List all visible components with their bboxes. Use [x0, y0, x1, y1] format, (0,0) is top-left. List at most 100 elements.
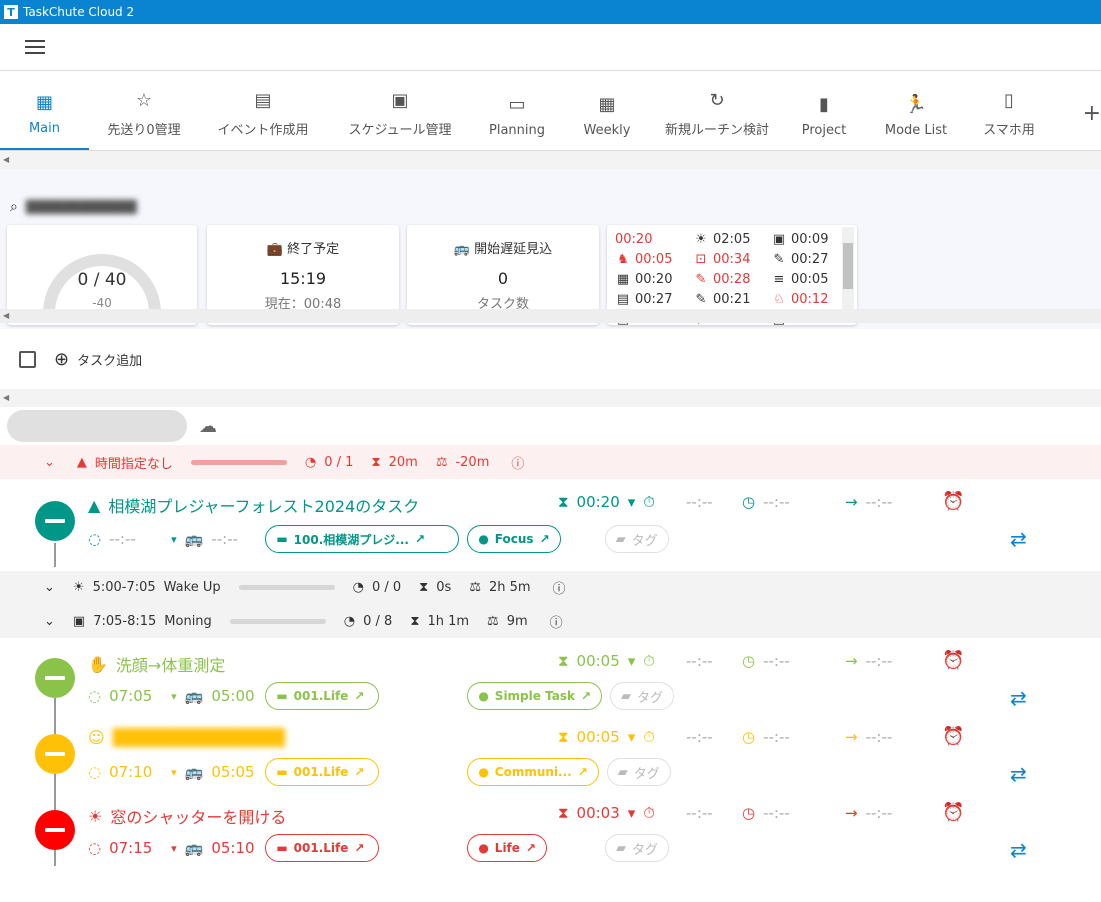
tab-smartphone[interactable]: ▯ スマホ用 — [965, 74, 1053, 150]
project-chip[interactable]: ▬ 100.相模湖プレジ... ↗ — [265, 525, 460, 553]
mode-chip[interactable]: ● Simple Task ↗ — [467, 682, 602, 710]
alarm-off-icon[interactable]: ⏰ — [942, 650, 964, 671]
repeat-icon[interactable]: ⇄ — [1010, 686, 1027, 710]
tag-chip[interactable]: ▰ タグ — [604, 525, 669, 553]
alarm-off-icon[interactable]: ⏰ — [942, 802, 964, 823]
end-time[interactable]: → --:-- — [845, 804, 892, 822]
start-time[interactable]: ◷ --:-- — [742, 652, 790, 670]
repeat-icon[interactable]: ⇄ — [1010, 762, 1027, 786]
task-row[interactable]: ☀ 窓のシャッターを開ける ⧗ 00:03 ▾ ⏱ --:-- ◷ --:-- → --:… — [0, 790, 1101, 866]
calendar-grid-icon: ▦ — [598, 94, 616, 115]
actual-time[interactable]: --:-- — [686, 804, 713, 822]
list-horizontal-scrollbar[interactable]: ◀ — [0, 389, 1101, 407]
tab-main[interactable]: ▦ Main — [0, 74, 89, 150]
info-icon[interactable]: ⓘ — [511, 453, 524, 472]
smartphone-icon: ▯ — [1004, 90, 1014, 111]
pencil-red-icon: ✎ — [695, 271, 707, 287]
tab-postpone[interactable]: ☆ 先送り0管理 — [89, 74, 199, 150]
external-link-icon: ↗ — [525, 841, 536, 855]
menu-icon[interactable] — [25, 40, 45, 54]
sunrise-icon: ☀ — [88, 806, 103, 826]
repeat-icon[interactable]: ⇄ — [1010, 838, 1027, 862]
tab-planning[interactable]: ▭ Planning — [473, 74, 561, 150]
chevron-down-icon[interactable]: ⌄ — [44, 455, 55, 470]
end-time[interactable]: → --:-- — [845, 493, 892, 511]
actual-time[interactable]: --:-- — [686, 493, 713, 511]
task-title[interactable]: 洗顔→体重測定 — [116, 652, 225, 676]
start-time[interactable]: ◷ --:-- — [742, 728, 790, 746]
cloud-off-icon[interactable]: ☁ — [199, 416, 217, 437]
hourglass-icon: ⧗ — [558, 804, 569, 822]
alarm-off-icon[interactable]: ⏰ — [942, 491, 964, 512]
external-link-icon: ↗ — [580, 689, 591, 703]
dropdown-icon[interactable]: ▾ — [171, 842, 177, 855]
scale-icon: ⚖ — [435, 454, 448, 470]
tab-mode-list[interactable]: 🏃 Mode List — [867, 74, 965, 150]
chevron-down-icon[interactable]: ⌄ — [44, 580, 55, 595]
date-selector[interactable] — [7, 410, 187, 442]
mode-chip[interactable]: ● Focus ↗ — [467, 525, 561, 553]
end-time[interactable]: → --:-- — [845, 728, 892, 746]
task-status-button[interactable] — [35, 501, 75, 541]
section-moning[interactable]: ⌄ ▣ 7:05-8:15 Moning ◔ 0 / 8 ⧗ 1h 1m ⚖ 9m ⓘ — [0, 604, 1101, 638]
task-title[interactable]: 窓のシャッターを開ける — [110, 804, 286, 828]
end-time[interactable]: → --:-- — [845, 652, 892, 670]
estimate-block[interactable]: ⧗ 00:20 ▾ ⏱ — [558, 493, 655, 511]
tag-chip[interactable]: ▰ タグ — [606, 758, 671, 786]
task-title-blurred[interactable]: ██████████████ — [113, 728, 285, 747]
mode-chip[interactable]: ● Life ↗ — [467, 834, 547, 862]
section-wake-up[interactable]: ⌄ ☀ 5:00-7:05 Wake Up ◔ 0 / 0 ⧗ 0s ⚖ 2h 5m … — [0, 571, 1101, 604]
running-icon: 🏃 — [904, 94, 928, 115]
dropdown-icon[interactable]: ▾ — [628, 804, 636, 822]
mode-chip[interactable]: ● Communi... ↗ — [467, 758, 599, 786]
horizontal-scrollbar[interactable]: ◀ — [0, 151, 1101, 169]
tab-schedule[interactable]: ▣ スケジュール管理 — [327, 74, 473, 150]
dropdown-icon[interactable]: ▾ — [628, 493, 636, 511]
dropdown-icon[interactable]: ▾ — [171, 766, 177, 779]
external-link-icon: ↗ — [539, 532, 550, 546]
info-icon[interactable]: ⓘ — [550, 612, 563, 631]
bath-icon: ▦ — [616, 271, 630, 287]
project-chip[interactable]: ▬ 001.Life ↗ — [265, 834, 380, 862]
task-row[interactable]: ▲ 相模湖プレジャーフォレスト2024のタスク ⧗ 00:20 ▾ ⏱ --:-- ◷… — [0, 479, 1101, 571]
stats-horizontal-scrollbar[interactable]: ◀ — [0, 309, 1101, 323]
tab-event[interactable]: ▤ イベント作成用 — [199, 74, 327, 150]
tag-chip[interactable]: ▰ タグ — [610, 682, 675, 710]
project-chip[interactable]: ▬ 001.Life ↗ — [265, 758, 380, 786]
dropdown-icon[interactable]: ▾ — [628, 652, 636, 670]
add-tab-button[interactable]: + — [1083, 101, 1101, 126]
start-time[interactable]: ◷ --:-- — [742, 804, 790, 822]
actual-time[interactable]: --:-- — [686, 652, 713, 670]
task-status-button[interactable] — [35, 810, 75, 850]
clock-icon: ◷ — [742, 804, 756, 822]
section-progress — [190, 459, 287, 465]
repeat-icon[interactable]: ⇄ — [1010, 527, 1027, 551]
estimate-block[interactable]: ⧗ 00:03 ▾ ⏱ — [558, 804, 655, 822]
tab-weekly[interactable]: ▦ Weekly — [561, 74, 653, 150]
start-time[interactable]: ◷ --:-- — [742, 493, 790, 511]
dropdown-icon[interactable]: ▾ — [628, 728, 636, 746]
tag-chip[interactable]: ▰ タグ — [604, 834, 669, 862]
project-chip[interactable]: ▬ 001.Life ↗ — [265, 682, 380, 710]
estimate-block[interactable]: ⧗ 00:05 ▾ ⏱ — [558, 652, 655, 670]
arrow-right-icon: → — [845, 493, 858, 511]
alarm-off-icon[interactable]: ⏰ — [942, 726, 964, 747]
dropdown-icon[interactable]: ▾ — [171, 533, 177, 546]
chevron-down-icon[interactable]: ⌄ — [44, 614, 55, 629]
folder-icon: ▬ — [276, 841, 288, 855]
add-task-button[interactable]: ⊕ タスク追加 — [54, 349, 142, 370]
section-no-time[interactable]: ⌄ ▲ 時間指定なし ◔ 0 / 1 ⧗ 20m ⚖ -20m ⓘ — [0, 445, 1101, 479]
tab-routine[interactable]: ↻ 新規ルーチン検討 — [653, 74, 781, 150]
task-row[interactable]: ✋ 洗顔→体重測定 ⧗ 00:05 ▾ ⏱ --:-- ◷ --:-- → --:-- ⏰… — [0, 638, 1101, 714]
task-status-button[interactable] — [35, 658, 75, 698]
task-title[interactable]: 相模湖プレジャーフォレスト2024のタスク — [108, 493, 419, 517]
select-all-checkbox[interactable] — [19, 350, 36, 368]
tag-icon: ▰ — [621, 688, 631, 704]
dropdown-icon[interactable]: ▾ — [171, 690, 177, 703]
tab-project[interactable]: ▮ Project — [781, 74, 867, 150]
actual-time[interactable]: --:-- — [686, 728, 713, 746]
task-row[interactable]: ☺ ██████████████ ⧗ 00:05 ▾ ⏱ --:-- ◷ --:-- →… — [0, 714, 1101, 790]
estimate-block[interactable]: ⧗ 00:05 ▾ ⏱ — [558, 728, 655, 746]
info-icon[interactable]: ⓘ — [553, 578, 566, 597]
task-status-button[interactable] — [35, 734, 75, 774]
